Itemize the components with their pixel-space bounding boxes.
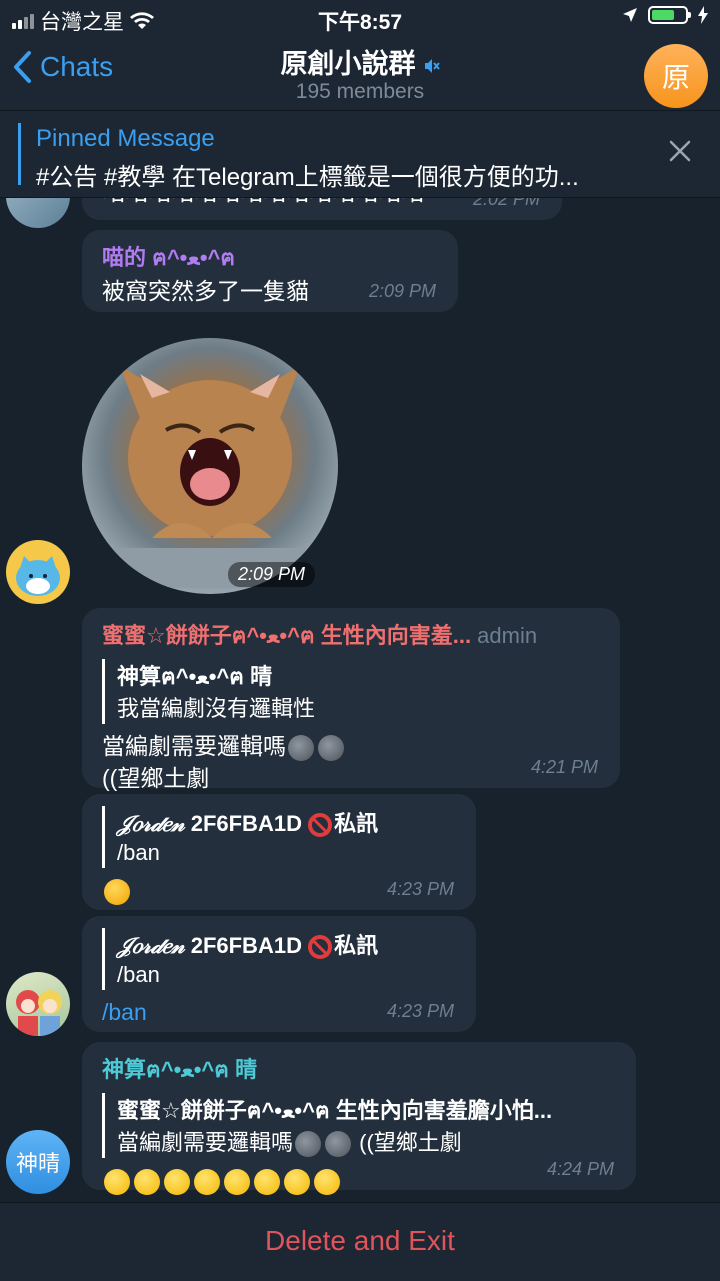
new-moon-face-emoji [318, 734, 344, 761]
message-bubble[interactable]: 蜜蜜☆餅餅子ฅ^•ﻌ•^ฅ 生性內向害羞... admin 神算ฅ^•ﻌ•^ฅ 晴… [82, 608, 620, 791]
reply-sender: 𝒥𝑜𝓇𝒹𝑒𝓃 2F6FBA1D 私訊 [117, 928, 456, 960]
message-text-line: 當編劇需要邏輯嗎 [102, 733, 286, 759]
status-time: 下午8:57 [317, 11, 403, 34]
new-moon-face-emoji [325, 1131, 352, 1158]
tears-of-joy-emoji [164, 1168, 190, 1195]
new-moon-face-emoji [288, 734, 314, 761]
chat-header: Chats 原創小說群 195 members 原 [0, 36, 720, 111]
sender-name: 神算ฅ^•ﻌ•^ฅ 晴 [102, 1057, 258, 1082]
thinking-face-emoji [104, 878, 130, 905]
tears-of-joy-emoji [224, 1168, 250, 1195]
message-time: 4:24 PM [546, 1159, 614, 1179]
reply-text: 我當編劇沒有邏輯性 [117, 696, 316, 721]
message-time: 4:23 PM [386, 879, 454, 899]
prohibited-icon [308, 935, 333, 960]
message-time: 2:09 PM [368, 281, 436, 301]
reply-sender-script: 𝒥𝑜𝓇𝒹𝑒𝓃 [117, 811, 185, 837]
message-text: 當編劇需要邏輯嗎 [102, 730, 600, 762]
message-time: 4:23 PM [386, 1001, 454, 1021]
reply-sender: 蜜蜜☆餅餅子ฅ^•ﻌ•^ฅ 生性內向害羞膽小怕... [117, 1098, 553, 1123]
message-bubble[interactable]: 𝒥𝑜𝓇𝒹𝑒𝓃 2F6FBA1D 私訊 /ban /ban 4:23 PM [82, 916, 476, 1032]
reply-quote[interactable]: 蜜蜜☆餅餅子ฅ^•ﻌ•^ฅ 生性內向害羞膽小怕... 當編劇需要邏輯嗎 ((望鄉… [102, 1093, 616, 1158]
avatar[interactable] [6, 198, 70, 228]
tears-of-joy-emoji [284, 1168, 310, 1195]
sender-name: 喵的 ฅ^•ﻌ•^ฅ [102, 245, 236, 270]
pinned-message[interactable]: Pinned Message #公告 #教學 在Telegram上標籤是一個很方… [0, 111, 720, 198]
reply-text-tail: ((望鄉土劇 [353, 1130, 462, 1155]
message-bubble[interactable]: 咕咕咕咕咕咕咕咕咕咕咕咕咕咕 2:02 PM [82, 198, 562, 220]
status-right [622, 6, 708, 24]
tears-of-joy-emoji [314, 1168, 340, 1195]
new-moon-face-emoji [295, 1131, 322, 1158]
reply-quote[interactable]: 𝒥𝑜𝓇𝒹𝑒𝓃 2F6FBA1D 私訊 /ban [102, 928, 456, 990]
round-video-message[interactable] [82, 338, 338, 594]
reply-sender: 𝒥𝑜𝓇𝒹𝑒𝓃 2F6FBA1D 私訊 [117, 806, 456, 838]
reply-text-main: 當編劇需要邏輯嗎 [117, 1130, 294, 1155]
reply-text: /ban [117, 840, 160, 865]
message-text: ((望鄉土劇 [102, 765, 210, 791]
message-text [102, 1164, 616, 1196]
reply-sender-tail: 私訊 [334, 811, 379, 836]
message-bubble[interactable]: 𝒥𝑜𝓇𝒹𝑒𝓃 2F6FBA1D 私訊 /ban 4:23 PM [82, 794, 476, 910]
chat-title[interactable]: 原創小說群 [0, 42, 720, 81]
reply-sender-id: 2F6FBA1D [184, 811, 309, 836]
avatar[interactable]: 神晴 [6, 1130, 70, 1194]
reply-sender-script: 𝒥𝑜𝓇𝒹𝑒𝓃 [117, 933, 185, 959]
mute-icon [424, 58, 440, 73]
message-bubble[interactable]: 喵的 ฅ^•ﻌ•^ฅ 被窩突然多了一隻貓 2:09 PM [82, 230, 458, 312]
message-list[interactable]: 咕咕咕咕咕咕咕咕咕咕咕咕咕咕 2:02 PM 喵的 ฅ^•ﻌ•^ฅ 被窩突然多了… [0, 198, 720, 1202]
message-time: 4:21 PM [530, 757, 598, 777]
message-time: 2:02 PM [472, 198, 540, 209]
close-icon[interactable] [668, 139, 692, 163]
reply-text: /ban [117, 962, 160, 987]
bottom-bar: Delete and Exit [0, 1202, 720, 1281]
message-bubble[interactable]: 神算ฅ^•ﻌ•^ฅ 晴 蜜蜜☆餅餅子ฅ^•ﻌ•^ฅ 生性內向害羞膽小怕... 當… [82, 1042, 636, 1195]
sender-name: 蜜蜜☆餅餅子ฅ^•ﻌ•^ฅ 生性內向害羞... admin [102, 618, 600, 653]
tears-of-joy-emoji [254, 1168, 280, 1195]
sender-name-text: 蜜蜜☆餅餅子ฅ^•ﻌ•^ฅ 生性內向害羞... [102, 623, 472, 648]
location-arrow-icon [623, 8, 637, 22]
prohibited-icon [308, 813, 333, 838]
cat-photo [112, 366, 312, 588]
reply-quote[interactable]: 神算ฅ^•ﻌ•^ฅ 晴 我當編劇沒有邏輯性 [102, 659, 600, 724]
charging-bolt-icon [698, 6, 708, 24]
chat-title-text: 原創小說群 [280, 49, 416, 79]
avatar[interactable] [6, 972, 70, 1036]
reply-quote[interactable]: 𝒥𝑜𝓇𝒹𝑒𝓃 2F6FBA1D 私訊 /ban [102, 806, 456, 868]
reply-sender-tail: 私訊 [334, 933, 379, 958]
avatar[interactable] [6, 540, 70, 604]
pinned-title: Pinned Message [36, 125, 215, 152]
tears-of-joy-emoji [194, 1168, 220, 1195]
delete-and-exit-button[interactable]: Delete and Exit [0, 1225, 720, 1257]
reply-sender-id: 2F6FBA1D [184, 933, 309, 958]
group-avatar[interactable]: 原 [644, 44, 708, 108]
pinned-text: #公告 #教學 在Telegram上標籤是一個很方便的功... [36, 164, 579, 191]
video-time-badge: 2:09 PM [228, 562, 316, 587]
admin-badge: admin [477, 623, 538, 648]
member-count: 195 members [295, 80, 425, 103]
pinned-accent-bar [18, 123, 21, 185]
reply-text: 當編劇需要邏輯嗎 ((望鄉土劇 [117, 1128, 616, 1158]
reply-sender: 神算ฅ^•ﻌ•^ฅ 晴 [117, 664, 273, 689]
tears-of-joy-emoji [134, 1168, 160, 1195]
tears-of-joy-emoji [104, 1168, 130, 1195]
status-bar: 台灣之星 下午8:57 [0, 0, 720, 36]
battery-icon [648, 6, 691, 24]
